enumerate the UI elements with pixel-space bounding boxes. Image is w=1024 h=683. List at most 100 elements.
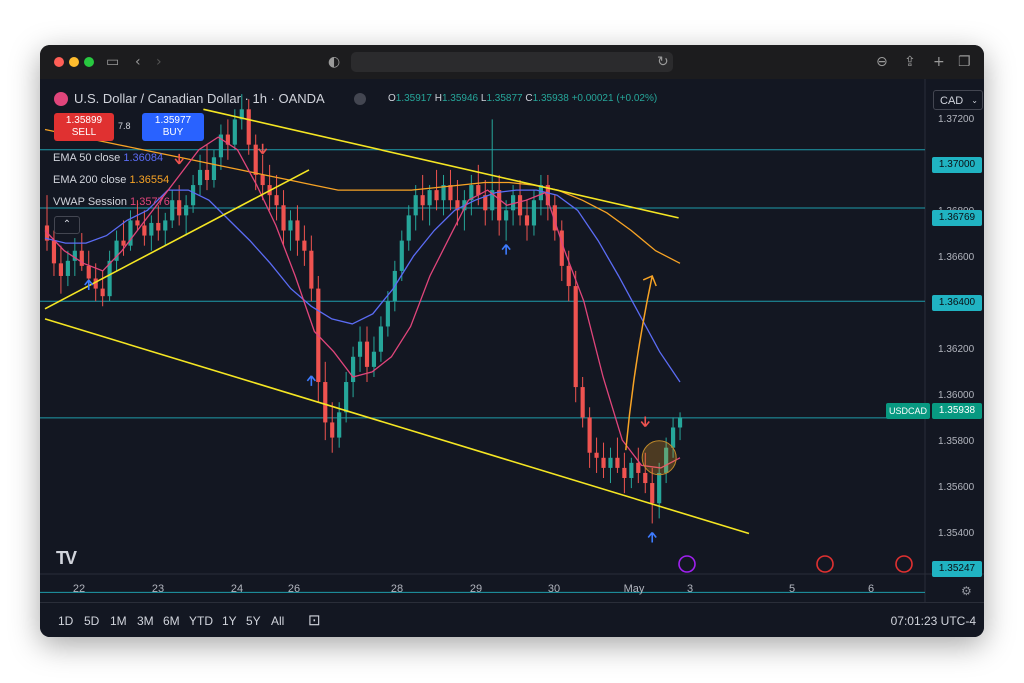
indicator-label: EMA 200 close — [53, 174, 127, 186]
sell-signal-arrow — [174, 153, 184, 165]
sell-price: 1.35899 — [65, 115, 103, 126]
range-button-1d[interactable]: 1D — [58, 614, 73, 628]
candle-body — [413, 195, 418, 216]
buy-signal-arrow — [647, 531, 657, 543]
minimize-window-icon[interactable] — [69, 57, 79, 67]
indicator-label: VWAP Session — [53, 196, 127, 208]
level-label[interactable]: 1.37000 — [932, 157, 982, 173]
price-tick: 1.36600 — [938, 252, 975, 263]
browser-titlebar: ▭ ‹ › ◐ ↻ ⊖ ⇪ + ❐ — [40, 45, 984, 79]
candle-body — [211, 157, 217, 181]
candle-body — [650, 483, 655, 504]
event-marker-icon — [816, 555, 834, 573]
candle-body — [594, 452, 599, 458]
buy-signal-arrow — [306, 375, 316, 386]
candle-body — [156, 222, 161, 231]
time-tick: 22 — [72, 583, 86, 595]
candle-body — [323, 382, 328, 423]
indicator-ema50[interactable]: EMA 50 close 1.36084 — [53, 152, 163, 164]
candle-body — [531, 200, 537, 226]
indicator-value: 1.35776 — [130, 196, 170, 208]
collapse-legend-button[interactable]: ⌃ — [54, 216, 80, 234]
sidebar-icon[interactable]: ▭ — [106, 54, 119, 70]
range-button-5d[interactable]: 5D — [84, 614, 99, 628]
indicator-ema200[interactable]: EMA 200 close 1.36554 — [53, 174, 169, 186]
range-button-3m[interactable]: 3M — [137, 614, 154, 628]
candle-body — [671, 427, 676, 448]
gear-icon[interactable]: ⚙ — [961, 584, 972, 598]
candle-body — [434, 190, 439, 201]
range-button-5y[interactable]: 5Y — [246, 614, 261, 628]
download-icon[interactable]: ⊖ — [876, 54, 888, 70]
candle-body — [281, 205, 286, 231]
price-tick: 1.35600 — [938, 482, 975, 493]
chevron-left-icon[interactable]: ‹ — [135, 54, 141, 70]
close-window-icon[interactable] — [54, 57, 64, 67]
indicator-label: EMA 50 close — [53, 152, 121, 164]
high-value: 1.35946 — [441, 93, 479, 104]
candle-body — [601, 457, 606, 468]
time-tick: 28 — [390, 583, 404, 595]
maximize-window-icon[interactable] — [84, 57, 94, 67]
reload-icon[interactable]: ↻ — [657, 54, 669, 70]
high-label: H — [434, 93, 442, 104]
indicator-value: 1.36084 — [123, 152, 164, 164]
close-value: 1.35938 — [532, 93, 569, 104]
candle-body — [100, 288, 105, 297]
buy-signal-arrow — [501, 244, 511, 255]
candle-body — [330, 422, 335, 438]
candle-body — [351, 356, 356, 383]
time-tick: 23 — [151, 583, 165, 595]
tabs-icon[interactable]: ❐ — [958, 54, 971, 70]
candle-body — [142, 225, 147, 236]
candle-body — [448, 185, 453, 201]
trend-line — [44, 318, 750, 535]
change-value: +0.00021 (+0.02%) — [571, 93, 658, 104]
candle-body — [302, 240, 307, 251]
spread-value: 7.8 — [118, 121, 131, 131]
calendar-icon[interactable]: ⊡ — [308, 611, 321, 629]
sell-button[interactable]: 1.35899 SELL — [54, 113, 114, 141]
candle-body — [274, 195, 279, 206]
price-chart[interactable] — [40, 79, 984, 602]
symbol-title[interactable]: U.S. Dollar / Canadian Dollar · 1h · OAN… — [74, 89, 325, 109]
level-label[interactable]: 1.35247 — [932, 561, 982, 577]
share-icon[interactable]: ⇪ — [904, 54, 916, 70]
candle-body — [504, 210, 509, 221]
currency-label: CAD — [940, 95, 964, 107]
sell-label: SELL — [71, 127, 97, 138]
candle-body — [51, 240, 57, 264]
candle-body — [197, 169, 203, 186]
tradingview-logo[interactable]: TV — [56, 548, 77, 569]
candle-body — [337, 412, 342, 438]
candle-body — [427, 190, 432, 206]
indicator-vwap[interactable]: VWAP Session 1.35776 — [53, 196, 170, 208]
candle-body — [378, 326, 383, 352]
currency-select[interactable]: CAD ⌄ — [933, 90, 983, 110]
time-tick: 6 — [867, 583, 875, 595]
candle-body — [58, 263, 63, 276]
chart-legend: U.S. Dollar / Canadian Dollar · 1h · OAN… — [54, 89, 714, 109]
price-tick: 1.36000 — [938, 390, 975, 401]
buy-button[interactable]: 1.35977 BUY — [142, 113, 204, 141]
candle-body — [629, 462, 634, 478]
sell-signal-arrow — [258, 143, 268, 155]
range-button-1y[interactable]: 1Y — [222, 614, 237, 628]
range-button-6m[interactable]: 6M — [163, 614, 180, 628]
candle-body — [643, 472, 648, 484]
range-button-all[interactable]: All — [271, 614, 284, 628]
level-label[interactable]: 1.36400 — [932, 295, 982, 311]
candle-body — [524, 215, 530, 226]
close-label: C — [525, 93, 533, 104]
candle-body — [608, 457, 613, 468]
candle-body — [309, 250, 314, 289]
range-button-1m[interactable]: 1M — [110, 614, 127, 628]
plus-icon[interactable]: + — [933, 54, 945, 70]
chevron-right-icon[interactable]: › — [156, 54, 162, 70]
level-label[interactable]: 1.36769 — [932, 210, 982, 226]
candle-body — [149, 222, 154, 236]
candle-body — [636, 462, 641, 473]
url-bar[interactable]: ↻ — [351, 52, 673, 72]
time-tick: 3 — [686, 583, 694, 595]
range-button-ytd[interactable]: YTD — [189, 614, 213, 628]
